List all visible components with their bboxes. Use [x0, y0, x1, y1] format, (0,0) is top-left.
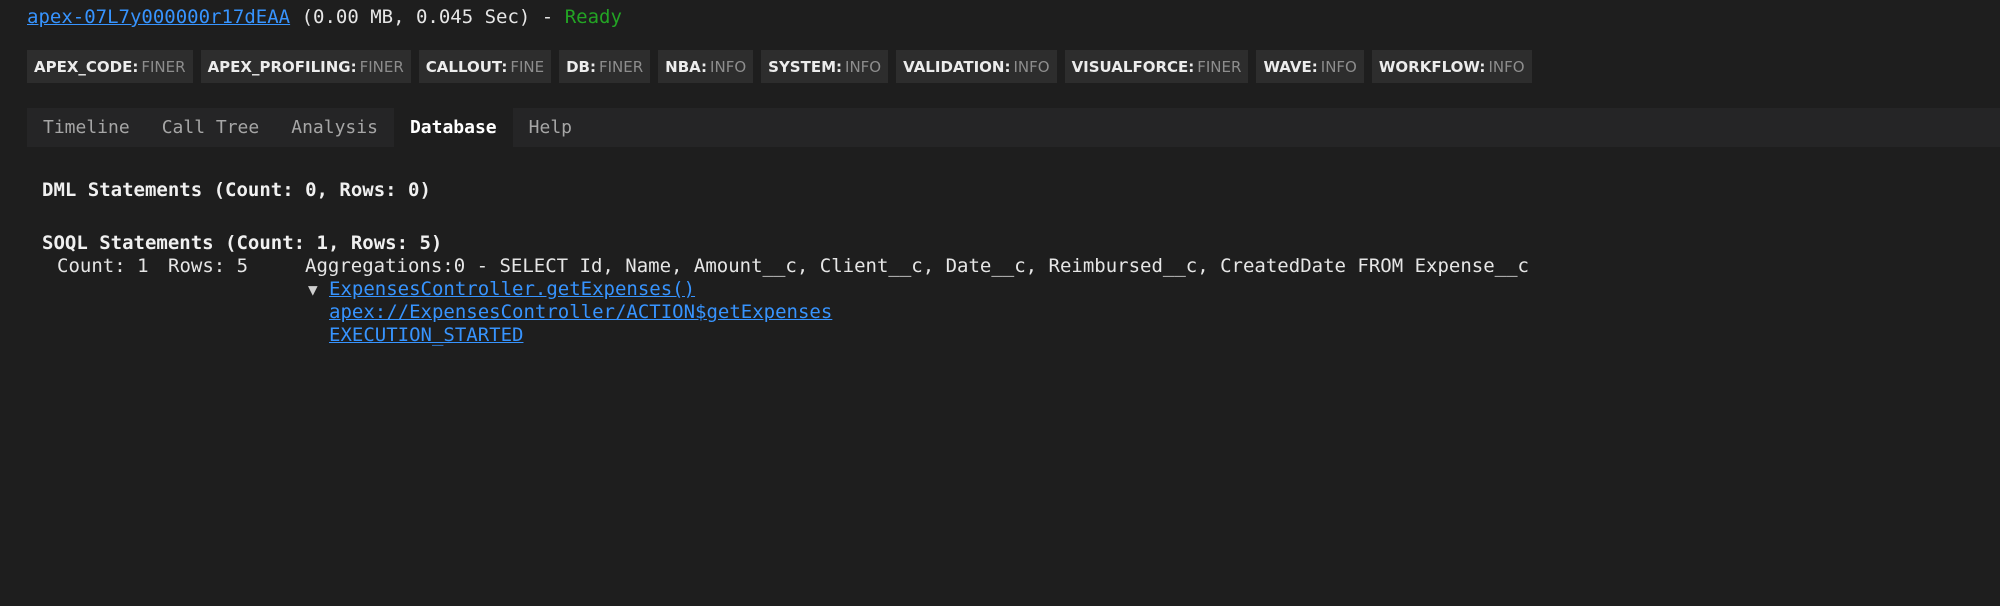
- soql-row: Count: 1 Rows: 5 Aggregations:0 - SELECT…: [42, 255, 1529, 278]
- call-stack: ▼ ExpensesController.getExpenses() apex:…: [308, 278, 1529, 347]
- expand-toggle-icon[interactable]: ▼: [308, 278, 329, 301]
- log-header: apex-07L7y000000r17dEAA (0.00 MB, 0.045 …: [27, 4, 622, 30]
- log-meta: (0.00 MB, 0.045 Sec) -: [301, 6, 554, 28]
- log-level-visualforce: VISUALFORCE: FINER: [1064, 50, 1249, 83]
- tab-database[interactable]: Database: [393, 108, 513, 147]
- tab-help[interactable]: Help: [513, 108, 588, 147]
- log-level-system: SYSTEM: INFO: [761, 50, 889, 83]
- log-level-db: DB: FINER: [559, 50, 651, 83]
- log-level-validation: VALIDATION: INFO: [896, 50, 1057, 83]
- log-level-workflow: WORKFLOW: INFO: [1371, 50, 1532, 83]
- log-levels-bar: APEX_CODE: FINER APEX_PROFILING: FINER C…: [27, 50, 1532, 83]
- dml-statements-title: DML Statements (Count: 0, Rows: 0): [42, 179, 431, 201]
- log-level-apex-profiling: APEX_PROFILING: FINER: [200, 50, 411, 83]
- log-level-callout: CALLOUT: FINE: [418, 50, 552, 83]
- log-id-link[interactable]: apex-07L7y000000r17dEAA: [27, 6, 290, 28]
- soql-statements-title: SOQL Statements (Count: 1, Rows: 5): [42, 232, 443, 254]
- tab-call-tree[interactable]: Call Tree: [146, 108, 276, 147]
- stack-frame-link[interactable]: apex://ExpensesController/ACTION$getExpe…: [329, 301, 832, 324]
- log-level-nba: NBA: INFO: [658, 50, 754, 83]
- status-text: Ready: [564, 6, 622, 28]
- tab-analysis[interactable]: Analysis: [275, 108, 394, 147]
- soql-count: Count: 1: [57, 255, 149, 277]
- stack-frame-link[interactable]: EXECUTION_STARTED: [329, 324, 523, 347]
- soql-rows: Rows: 5: [168, 255, 249, 277]
- tab-timeline[interactable]: Timeline: [27, 108, 146, 147]
- tab-bar: Timeline Call Tree Analysis Database Hel…: [27, 108, 2000, 147]
- database-panel: DML Statements (Count: 0, Rows: 0) SOQL …: [42, 178, 1529, 347]
- log-level-apex-code: APEX_CODE: FINER: [27, 50, 193, 83]
- log-level-wave: WAVE: INFO: [1256, 50, 1364, 83]
- stack-frame-link[interactable]: ExpensesController.getExpenses(): [329, 278, 695, 301]
- soql-query: Aggregations:0 - SELECT Id, Name, Amount…: [305, 255, 1529, 277]
